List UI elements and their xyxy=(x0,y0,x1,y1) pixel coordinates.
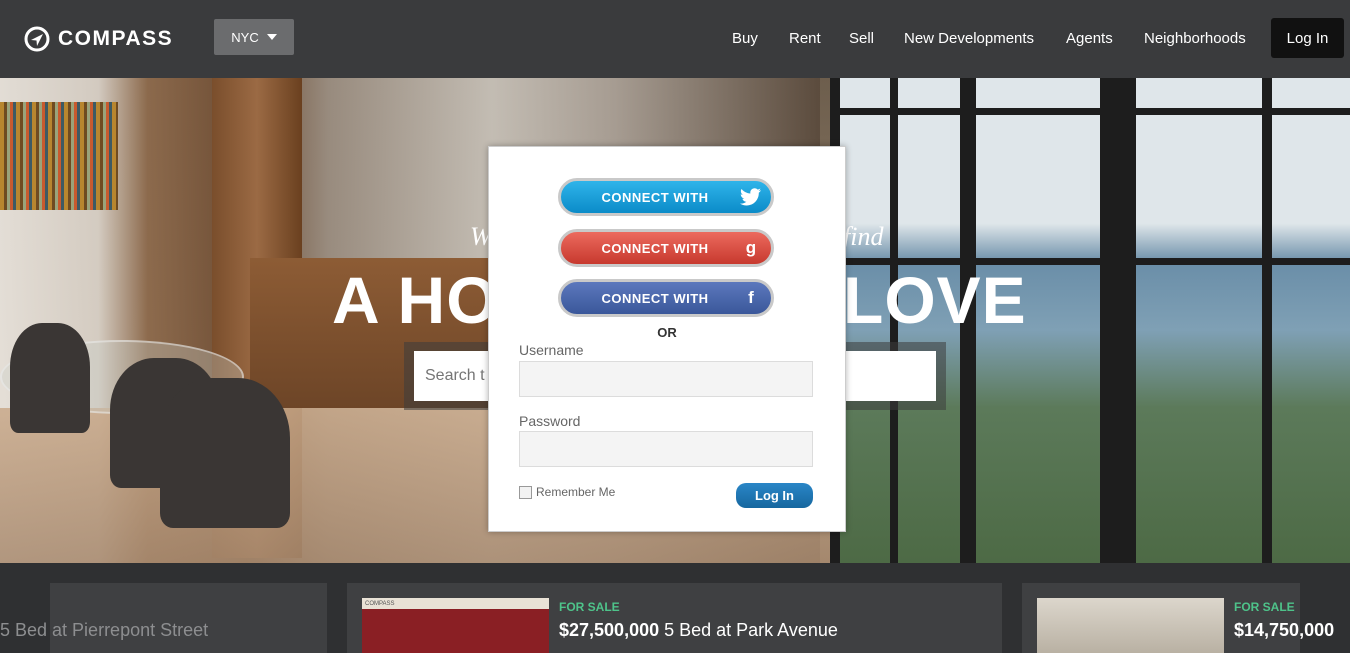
chair xyxy=(160,378,290,528)
login-modal: CONNECT WITH CONNECT WITH g CONNECT WITH… xyxy=(488,146,846,532)
nav-agents[interactable]: Agents xyxy=(1066,30,1113,47)
username-label: Username xyxy=(519,342,584,358)
window-frame xyxy=(1262,78,1272,563)
twitter-bird-icon xyxy=(731,181,771,213)
logo-text: COMPASS xyxy=(58,27,174,50)
compass-logo[interactable]: COMPASS xyxy=(24,24,173,54)
top-nav: COMPASS NYC Buy Rent Sell New Developmen… xyxy=(0,0,1350,78)
compass-logo-icon xyxy=(24,26,50,52)
listing-price: $14,750,000 xyxy=(1234,620,1335,640)
listing-photo[interactable] xyxy=(1037,598,1224,653)
nav-buy[interactable]: Buy xyxy=(732,30,758,47)
nav-new-developments[interactable]: New Developments xyxy=(904,30,1034,47)
listing-card[interactable] xyxy=(50,583,327,653)
chair xyxy=(10,323,90,433)
remember-me[interactable]: Remember Me xyxy=(519,485,615,499)
remember-me-label: Remember Me xyxy=(536,485,616,499)
city-selector[interactable]: NYC xyxy=(214,19,294,55)
facebook-icon: f xyxy=(748,288,754,307)
wall-painting xyxy=(0,102,118,210)
google-icon: g xyxy=(745,238,757,257)
modal-login-button[interactable]: Log In xyxy=(736,483,813,508)
chevron-down-icon xyxy=(266,34,277,40)
connect-twitter-button[interactable]: CONNECT WITH xyxy=(558,178,774,216)
connect-google-label: CONNECT WITH xyxy=(601,240,709,256)
hero-headline-end: LOVE xyxy=(843,263,1027,337)
listing-photo-brand: COMPASS xyxy=(365,601,395,607)
listing-price: $27,500,000 xyxy=(559,620,660,640)
window-frame xyxy=(830,108,1350,115)
listing-address: 5 Bed at Pierrepont Street xyxy=(0,620,209,640)
listing-price-line: $27,500,000 5 Bed at Park Avenue xyxy=(559,620,838,641)
password-label: Password xyxy=(519,413,581,429)
hero-tagline-end: find xyxy=(843,222,884,251)
listing-description: 5 Bed at Park Avenue xyxy=(659,620,838,640)
nav-rent[interactable]: Rent xyxy=(789,30,821,47)
remember-me-checkbox[interactable] xyxy=(519,485,532,499)
nav-sell[interactable]: Sell xyxy=(849,30,874,47)
nav-neighborhoods[interactable]: Neighborhoods xyxy=(1144,30,1246,47)
hero-headline: A HO xyxy=(332,263,499,337)
header-login-button[interactable]: Log In xyxy=(1271,18,1344,58)
password-field[interactable] xyxy=(519,431,813,467)
city-label: NYC xyxy=(231,29,259,45)
username-field[interactable] xyxy=(519,361,813,397)
listing-photo[interactable]: COMPASS xyxy=(362,598,549,653)
listing-status: FOR SALE xyxy=(1234,600,1295,614)
connect-twitter-label: CONNECT WITH xyxy=(601,189,709,205)
window-frame xyxy=(1100,78,1136,563)
connect-facebook-button[interactable]: CONNECT WITH f xyxy=(558,279,774,317)
connect-google-button[interactable]: CONNECT WITH g xyxy=(558,229,774,267)
listing-price-line: $14,750,000 xyxy=(1234,620,1334,641)
connect-facebook-label: CONNECT WITH xyxy=(601,290,709,306)
listing-status: FOR SALE xyxy=(559,600,620,614)
or-divider: OR xyxy=(657,325,677,340)
